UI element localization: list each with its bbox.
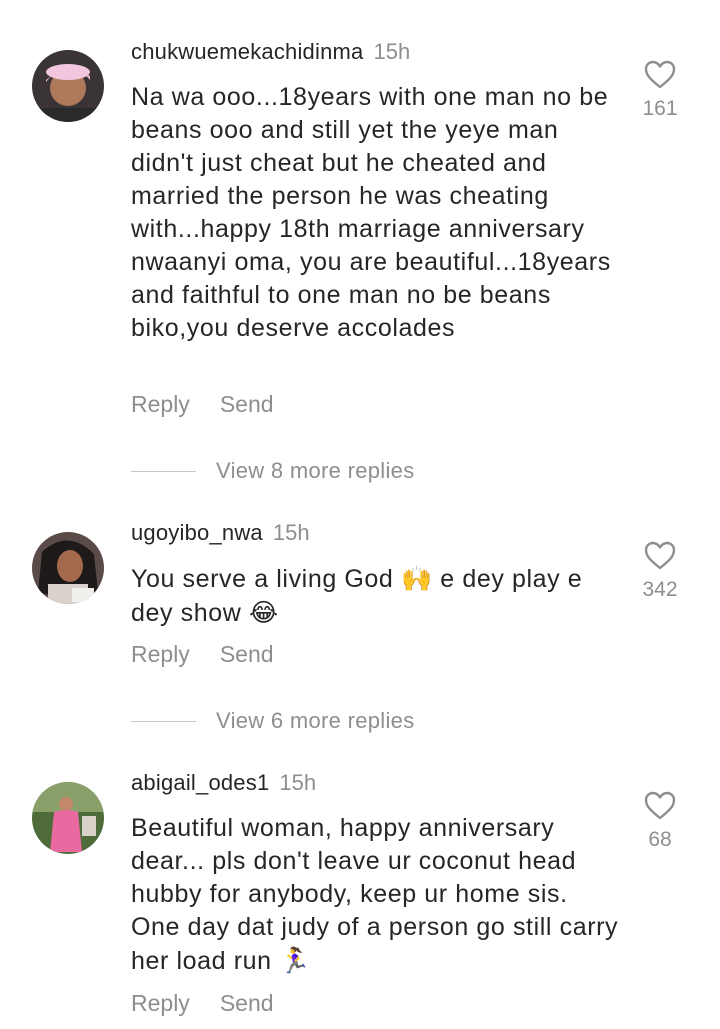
username[interactable]: abigail_odes1 — [131, 770, 269, 795]
view-replies-label[interactable]: View 8 more replies — [216, 458, 415, 484]
avatar[interactable] — [32, 532, 104, 604]
comment-actions: Reply Send — [131, 639, 274, 669]
comment-header: chukwuemekachidinma 15h — [131, 37, 410, 67]
view-replies-label[interactable]: View 6 more replies — [216, 708, 415, 734]
like-control: 68 — [630, 791, 690, 854]
raising-hands-emoji: 🙌 — [400, 564, 433, 593]
like-count: 161 — [642, 97, 678, 120]
divider-line — [131, 470, 196, 472]
timestamp: 15h — [373, 39, 411, 64]
like-count: 68 — [648, 828, 672, 851]
comment-text: Na wa ooo...18years with one man no be b… — [131, 83, 611, 342]
comment-header: abigail_odes1 15h — [131, 768, 316, 798]
comment-actions: Reply Send — [131, 389, 274, 419]
send-button[interactable]: Send — [220, 639, 274, 669]
like-control: 161 — [630, 60, 690, 123]
running-woman-emoji: 🏃‍♀️ — [279, 946, 311, 975]
timestamp: 15h — [279, 770, 317, 795]
comment-header: ugoyibo_nwa 15h — [131, 518, 310, 548]
divider-line — [131, 720, 196, 722]
view-replies[interactable]: View 6 more replies — [131, 708, 415, 738]
reply-button[interactable]: Reply — [131, 639, 190, 669]
laughing-tears-emoji: 😂 — [248, 598, 279, 627]
reply-button[interactable]: Reply — [131, 988, 190, 1018]
comment-text: Beautiful woman, happy anniversary dear.… — [131, 812, 621, 978]
heart-outline-icon[interactable] — [644, 541, 676, 570]
avatar[interactable] — [32, 782, 104, 854]
send-button[interactable]: Send — [220, 988, 274, 1018]
text-segment: You serve a living God — [131, 565, 401, 593]
avatar-image — [32, 50, 104, 122]
heart-outline-icon[interactable] — [644, 791, 676, 820]
avatar-image — [32, 782, 104, 854]
comment-actions: Reply Send — [131, 988, 274, 1018]
avatar-image — [32, 532, 104, 604]
like-control: 342 — [630, 541, 690, 604]
avatar[interactable] — [32, 50, 104, 122]
comment-text: You serve a living God 🙌 e dey play e de… — [131, 562, 621, 630]
send-button[interactable]: Send — [220, 389, 274, 419]
heart-outline-icon[interactable] — [644, 60, 676, 89]
text-segment: Beautiful woman, happy anniversary dear.… — [131, 814, 619, 975]
like-count: 342 — [642, 578, 678, 601]
timestamp: 15h — [272, 520, 310, 545]
reply-button[interactable]: Reply — [131, 389, 190, 419]
view-replies[interactable]: View 8 more replies — [131, 458, 415, 488]
username[interactable]: chukwuemekachidinma — [131, 39, 363, 64]
username[interactable]: ugoyibo_nwa — [131, 520, 263, 545]
